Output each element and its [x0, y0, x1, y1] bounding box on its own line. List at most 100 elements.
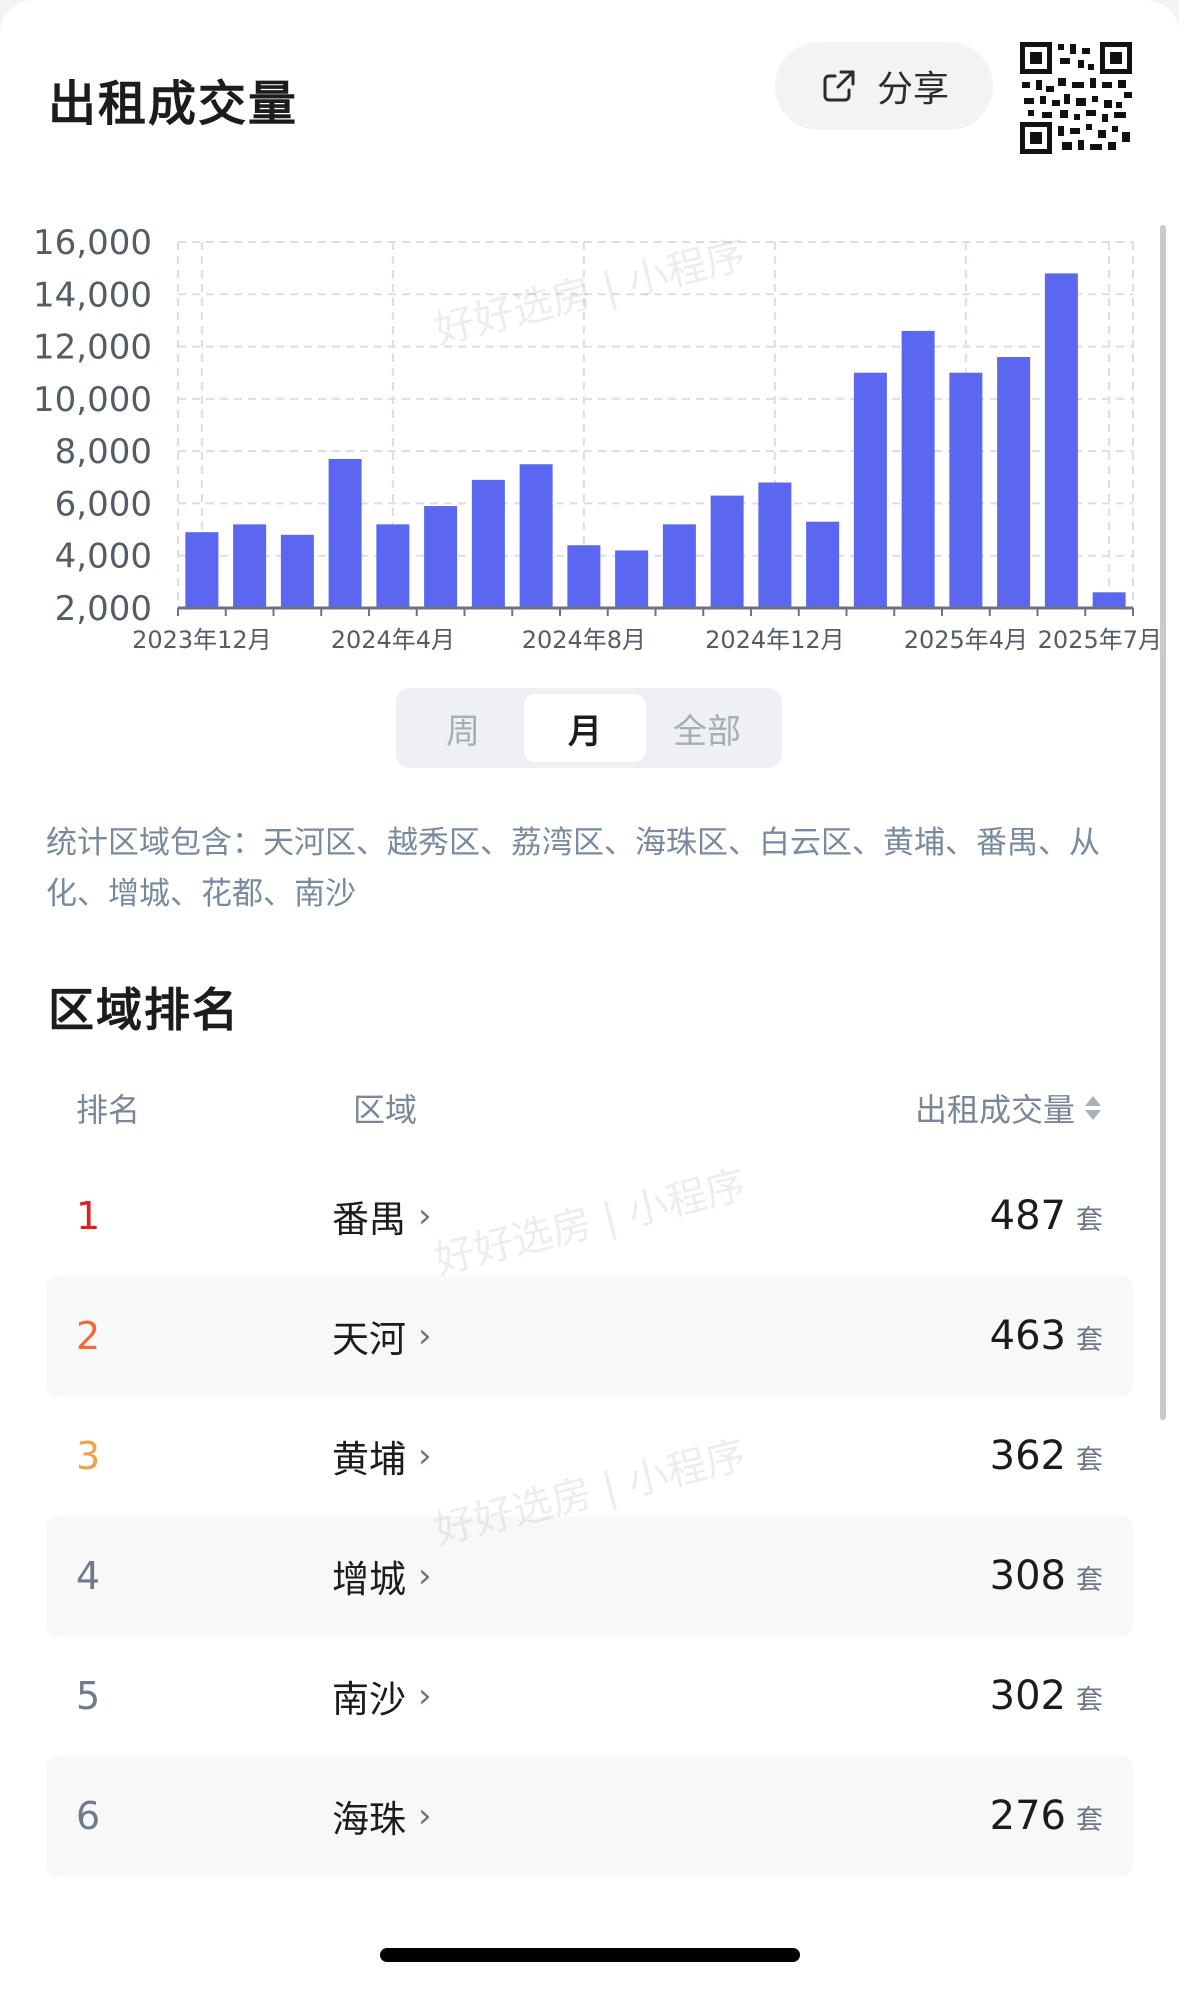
chevron-right-icon: ›	[418, 1676, 432, 1716]
area-link[interactable]: 南沙 ›	[332, 1669, 432, 1723]
area-link[interactable]: 增城 ›	[332, 1549, 432, 1603]
volume-unit: 套	[1076, 1685, 1103, 1716]
chart-bar	[185, 532, 219, 608]
volume-value: 276 套	[990, 1793, 1103, 1839]
share-label: 分享	[876, 69, 949, 110]
table-row[interactable]: 2 天河 › 463 套	[46, 1276, 1133, 1396]
y-tick-label: 12,000	[33, 328, 152, 368]
volume-number: 308	[989, 1553, 1066, 1599]
volume-value: 302 套	[990, 1673, 1103, 1719]
rank-number: 4	[76, 1554, 101, 1598]
volume-number: 302	[989, 1673, 1066, 1719]
chart-bar	[1044, 273, 1078, 608]
y-tick-label: 4,000	[55, 537, 152, 577]
table-row[interactable]: 1 番禺 › 487 套	[46, 1156, 1133, 1276]
volume-number: 487	[989, 1193, 1066, 1239]
volume-value: 362 套	[990, 1433, 1103, 1479]
x-tick-label: 2024年4月	[331, 626, 455, 654]
qr-code[interactable]	[1020, 42, 1132, 154]
chart-bar	[853, 372, 887, 608]
rank-number: 2	[76, 1314, 101, 1358]
chart-bar	[806, 521, 840, 608]
area-name: 番禺	[332, 1198, 406, 1241]
rank-number: 1	[76, 1194, 101, 1238]
chart-bar	[997, 357, 1031, 608]
area-name: 增城	[332, 1558, 406, 1601]
period-switch: 周 月 全部	[396, 688, 782, 768]
table-row[interactable]: 6 海珠 › 276 套	[46, 1756, 1133, 1876]
area-link[interactable]: 番禺 ›	[332, 1189, 432, 1243]
tab-all[interactable]: 全部	[646, 694, 768, 762]
chart-bar	[662, 524, 696, 608]
stat-area-note: 统计区域包含：天河区、越秀区、荔湾区、海珠区、白云区、黄埔、番禺、从化、增城、花…	[46, 825, 1100, 912]
chart-bar	[328, 458, 362, 608]
share-icon	[823, 70, 855, 102]
ranking-table-header: 排名 区域 出租成交量	[0, 1085, 1179, 1135]
ranking-title: 区域排名	[48, 983, 240, 1037]
chart-bar	[1092, 592, 1126, 608]
page-sheet: 出租成交量 分享 2,000 4,000 6,000 8,000 10,000 …	[0, 0, 1179, 1989]
y-tick-label: 6,000	[55, 484, 152, 524]
chart-bar	[615, 550, 649, 608]
area-link[interactable]: 黄埔 ›	[332, 1429, 432, 1483]
y-tick-label: 16,000	[33, 223, 152, 263]
chart-bar	[949, 372, 983, 608]
chevron-right-icon: ›	[418, 1556, 432, 1596]
chevron-right-icon: ›	[418, 1796, 432, 1836]
volume-number: 463	[989, 1313, 1066, 1359]
volume-number: 362	[989, 1433, 1066, 1479]
area-link[interactable]: 天河 ›	[332, 1309, 432, 1363]
y-tick-label: 14,000	[33, 275, 152, 315]
area-link[interactable]: 海珠 ›	[332, 1789, 432, 1843]
x-tick-label: 2023年12月	[132, 626, 272, 654]
table-row[interactable]: 3 黄埔 › 362 套	[46, 1396, 1133, 1516]
home-indicator[interactable]	[380, 1948, 800, 1962]
area-name: 南沙	[332, 1678, 406, 1721]
tab-week[interactable]: 周	[402, 694, 524, 762]
volume-unit: 套	[1076, 1805, 1103, 1836]
volume-unit: 套	[1076, 1565, 1103, 1596]
y-tick-label: 10,000	[33, 380, 152, 420]
area-name: 海珠	[332, 1798, 406, 1841]
volume-chart: 2,000 4,000 6,000 8,000 10,000 12,000 14,000 16…	[0, 180, 1179, 670]
chart-bar	[424, 506, 458, 608]
table-row[interactable]: 4 增城 › 308 套	[46, 1516, 1133, 1636]
chevron-right-icon: ›	[418, 1436, 432, 1476]
volume-chart-svg: 2,000 4,000 6,000 8,000 10,000 12,000 14,000 16…	[33, 223, 1162, 654]
volume-value: 463 套	[990, 1313, 1103, 1359]
column-rank: 排名	[76, 1091, 141, 1129]
table-row[interactable]: 5 南沙 › 302 套	[46, 1636, 1133, 1756]
column-volume-sort[interactable]: 出租成交量	[915, 1085, 1101, 1131]
chart-bar	[233, 524, 267, 608]
chart-bar	[710, 495, 744, 608]
chart-bar	[376, 524, 410, 608]
rank-number: 5	[76, 1674, 101, 1718]
scrollbar[interactable]	[1160, 225, 1166, 1420]
column-volume: 出租成交量	[914, 1091, 1075, 1129]
rank-number: 6	[76, 1794, 101, 1838]
volume-value: 487 套	[990, 1193, 1103, 1239]
volume-unit: 套	[1076, 1445, 1103, 1476]
chevron-right-icon: ›	[418, 1196, 432, 1236]
chart-bar	[471, 479, 505, 608]
y-tick-label: 2,000	[55, 589, 152, 629]
volume-number: 276	[989, 1793, 1066, 1839]
x-tick-label: 2025年4月	[904, 626, 1028, 654]
volume-unit: 套	[1076, 1205, 1103, 1236]
chart-bar	[519, 464, 553, 608]
share-button[interactable]: 分享	[775, 42, 993, 130]
area-name: 黄埔	[332, 1438, 406, 1481]
chevron-right-icon: ›	[418, 1316, 432, 1356]
y-tick-label: 8,000	[55, 432, 152, 472]
page-title: 出租成交量	[48, 76, 299, 132]
column-area: 区域	[353, 1091, 418, 1129]
rank-number: 3	[76, 1434, 101, 1478]
chart-bar	[280, 534, 314, 608]
x-tick-label: 2024年12月	[705, 626, 845, 654]
tab-month[interactable]: 月	[524, 694, 646, 762]
x-tick-label: 2025年7月	[1038, 626, 1162, 654]
chart-bar	[901, 330, 935, 608]
volume-value: 308 套	[990, 1553, 1103, 1599]
x-tick-label: 2024年8月	[522, 626, 646, 654]
sort-icon	[1085, 1096, 1101, 1120]
